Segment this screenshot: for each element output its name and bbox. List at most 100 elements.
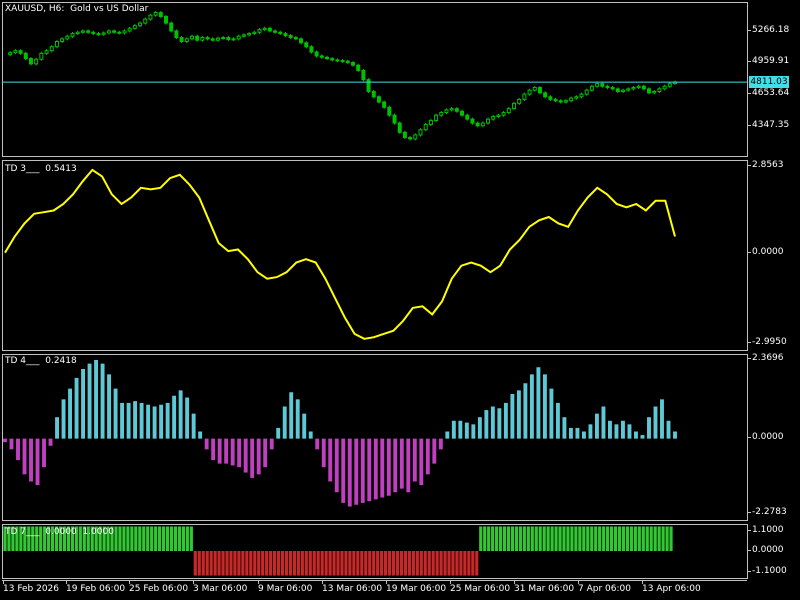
price-candle-body <box>350 62 355 66</box>
price-candle-body <box>325 56 330 60</box>
price-candle-body <box>330 58 335 61</box>
price-candle-body <box>579 93 584 98</box>
td4-scale-label: -2.2783 <box>752 507 787 517</box>
price-candle-body <box>340 60 345 63</box>
price-candle-body <box>527 89 532 95</box>
price-candle-body <box>236 35 241 40</box>
td7-scale-label: -1.1000 <box>752 566 787 576</box>
price-candle-body <box>138 22 143 27</box>
price-candle-body <box>621 89 626 93</box>
price-candle-body <box>13 50 18 54</box>
td3-scale-label: 0.0000 <box>752 247 784 257</box>
price-candle-body <box>366 79 371 93</box>
price-candle-body <box>127 27 132 32</box>
date-label: 19 Mar 06:00 <box>386 584 447 594</box>
price-candle-body <box>314 51 319 57</box>
price-candle-body <box>667 83 672 87</box>
price-candle-body <box>153 12 158 16</box>
price-candle-body <box>496 114 501 118</box>
price-candle-body <box>200 37 205 41</box>
price-candle-body <box>241 34 246 37</box>
price-candle-body <box>480 122 485 127</box>
price-candle-body <box>413 134 418 140</box>
price-candle-body <box>428 119 433 125</box>
price-candle-body <box>615 88 620 93</box>
price-candle-body <box>600 83 605 87</box>
price-candle-body <box>278 31 283 35</box>
price-candle-body <box>584 89 589 95</box>
price-scale-label: 4347.35 <box>752 120 790 130</box>
price-candle-body <box>558 100 563 103</box>
price-candle-body <box>662 85 667 90</box>
price-candle-body <box>387 106 392 116</box>
price-candle-body <box>184 38 189 42</box>
date-label: 25 Feb 06:00 <box>129 584 189 594</box>
price-candle-body <box>319 55 324 58</box>
price-candle-body <box>657 88 662 93</box>
price-scale-label: 4959.91 <box>752 56 790 66</box>
price-candle-body <box>589 85 594 91</box>
price-candle-body <box>563 100 568 103</box>
td3-scale-label: -2.9950 <box>752 337 787 347</box>
price-candle-body <box>418 129 423 136</box>
price-candle-body <box>392 114 397 124</box>
price-candle-body <box>647 88 652 94</box>
chart-canvas[interactable] <box>0 0 800 600</box>
price-candle-body <box>273 30 278 33</box>
price-candle-body <box>470 118 475 124</box>
price-candle-body <box>80 30 85 33</box>
price-candle-body <box>60 38 65 42</box>
price-candle-body <box>226 37 231 41</box>
date-label: 13 Feb 2026 <box>3 584 60 594</box>
price-candle-body <box>449 108 454 111</box>
symbol-title: XAUUSD, H6: Gold vs US Dollar <box>5 4 149 14</box>
price-candle-body <box>371 91 376 98</box>
td7-label: TD 7___ 0.0000 1.0000 <box>5 527 114 537</box>
date-label: 9 Mar 06:00 <box>258 584 313 594</box>
price-candle-body <box>293 37 298 40</box>
price-candle-body <box>486 118 491 124</box>
price-candle-body <box>28 58 33 65</box>
price-candle-body <box>652 91 657 94</box>
price-scale-label: 5266.18 <box>752 25 790 35</box>
price-candle-body <box>75 31 80 35</box>
price-candle-body <box>49 46 54 52</box>
price-candle-body <box>631 87 636 90</box>
price-candle-body <box>517 98 522 104</box>
td4-scale-label: 2.3696 <box>752 353 784 363</box>
date-label: 19 Feb 06:00 <box>66 584 126 594</box>
price-candle-body <box>408 137 413 140</box>
price-candle-body <box>169 22 174 32</box>
price-candle-body <box>143 18 148 24</box>
chart-window[interactable]: XAUUSD, H6: Gold vs US Dollar 4811.03 52… <box>0 0 800 600</box>
price-candle-body <box>532 87 537 91</box>
price-candle-body <box>501 112 506 116</box>
td7-scale-label: 0.0000 <box>752 545 784 555</box>
price-candle-body <box>610 87 615 90</box>
price-candle-body <box>106 30 111 34</box>
price-candle-body <box>18 50 23 54</box>
price-candle-body <box>454 108 459 112</box>
price-candle-body <box>335 59 340 62</box>
price-candle-body <box>511 102 516 110</box>
price-candle-body <box>444 109 449 114</box>
price-candle-body <box>537 87 542 94</box>
price-candle-body <box>164 15 169 24</box>
price-candle-body <box>626 88 631 91</box>
price-candle-body <box>402 131 407 139</box>
price-candle-body <box>605 85 610 89</box>
current-price-tag: 4811.03 <box>749 76 789 89</box>
price-candle-body <box>158 12 163 17</box>
price-candle-body <box>434 114 439 121</box>
td7-scale-label: 1.1000 <box>752 525 784 535</box>
price-candle-body <box>262 27 267 31</box>
price-candle-body <box>641 85 646 90</box>
td3-line <box>4 168 676 340</box>
price-candle-body <box>39 52 44 60</box>
price-candle-body <box>288 35 293 39</box>
price-candle-body <box>195 35 200 41</box>
date-label: 25 Mar 06:00 <box>450 584 511 594</box>
td4-scale-label: 0.0000 <box>752 432 784 442</box>
price-candle-body <box>376 96 381 103</box>
price-candle-body <box>460 110 465 116</box>
